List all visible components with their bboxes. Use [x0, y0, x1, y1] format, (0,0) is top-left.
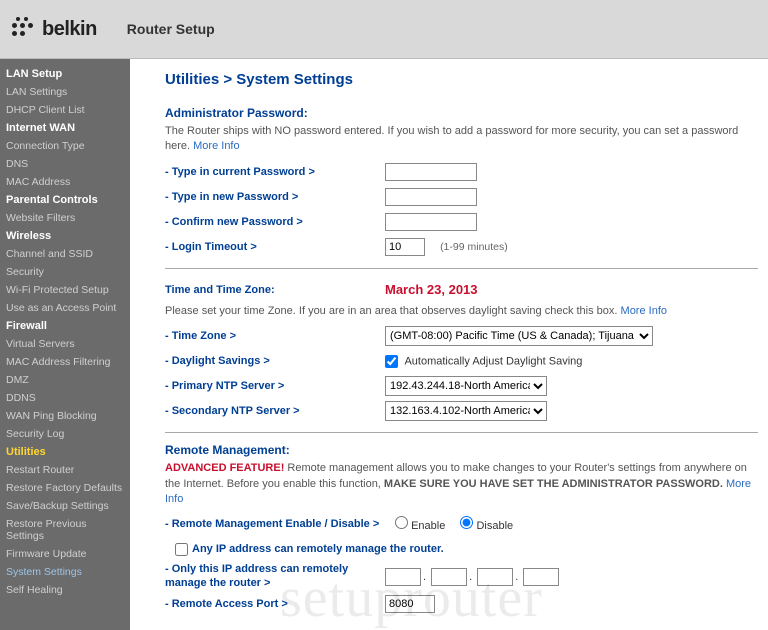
primary-ntp-label: - Primary NTP Server >	[165, 380, 385, 392]
sidebar-item-firmware-update[interactable]: Firmware Update	[0, 545, 130, 563]
daylight-savings-checkbox[interactable]	[385, 355, 398, 368]
any-ip-checkbox[interactable]	[175, 543, 188, 556]
sidebar-item-use-as-an-access-point[interactable]: Use as an Access Point	[0, 299, 130, 317]
current-password-label: - Type in current Password >	[165, 166, 385, 178]
time-zone-heading: Time and Time Zone:	[165, 284, 385, 296]
sidebar-item-restore-factory-defaults[interactable]: Restore Factory Defaults	[0, 479, 130, 497]
sidebar-heading-internet-wan: Internet WAN	[0, 119, 130, 137]
sidebar-item-restore-previous-settings[interactable]: Restore Previous Settings	[0, 515, 130, 545]
remote-disable-radio-label[interactable]: Disable	[460, 520, 513, 532]
sidebar-item-self-healing[interactable]: Self Healing	[0, 581, 130, 599]
sidebar-item-security-log[interactable]: Security Log	[0, 425, 130, 443]
sidebar-item-website-filters[interactable]: Website Filters	[0, 209, 130, 227]
sidebar-heading-parental-controls: Parental Controls	[0, 191, 130, 209]
login-timeout-input[interactable]	[385, 238, 425, 256]
ip-octet-4[interactable]	[523, 568, 559, 586]
sidebar-heading-firewall: Firewall	[0, 317, 130, 335]
remote-port-input[interactable]	[385, 595, 435, 613]
remote-enable-label: - Remote Management Enable / Disable >	[165, 518, 395, 530]
any-ip-label[interactable]: Any IP address can remotely manage the r…	[192, 543, 444, 555]
daylight-savings-cb-label[interactable]: Automatically Adjust Daylight Saving	[404, 355, 582, 367]
ip-octet-3[interactable]	[477, 568, 513, 586]
advanced-feature-label: ADVANCED FEATURE!	[165, 462, 284, 474]
only-ip-label: - Only this IP address can remotely mana…	[165, 563, 385, 589]
new-password-input[interactable]	[385, 188, 477, 206]
remote-disable-radio[interactable]	[460, 516, 473, 529]
sidebar-item-security[interactable]: Security	[0, 263, 130, 281]
remote-management-heading: Remote Management:	[165, 443, 758, 457]
breadcrumb: Utilities > System Settings	[165, 71, 758, 88]
sidebar-item-virtual-servers[interactable]: Virtual Servers	[0, 335, 130, 353]
sidebar-item-connection-type[interactable]: Connection Type	[0, 137, 130, 155]
time-zone-desc: Please set your time Zone. If you are in…	[165, 304, 758, 319]
time-more-info-link[interactable]: More Info	[621, 305, 667, 317]
confirm-password-label: - Confirm new Password >	[165, 216, 385, 228]
sidebar-nav: LAN SetupLAN SettingsDHCP Client ListInt…	[0, 59, 130, 630]
sidebar-item-wan-ping-blocking[interactable]: WAN Ping Blocking	[0, 407, 130, 425]
admin-password-heading: Administrator Password:	[165, 106, 758, 120]
admin-password-desc: The Router ships with NO password entere…	[165, 124, 758, 155]
remote-enable-radio-label[interactable]: Enable	[395, 520, 445, 532]
sidebar-item-system-settings[interactable]: System Settings	[0, 563, 130, 581]
ip-octet-1[interactable]	[385, 568, 421, 586]
new-password-label: - Type in new Password >	[165, 191, 385, 203]
daylight-savings-label: - Daylight Savings >	[165, 355, 385, 367]
timezone-label: - Time Zone >	[165, 330, 385, 342]
divider	[165, 432, 758, 433]
login-timeout-hint: (1-99 minutes)	[440, 241, 508, 253]
secondary-ntp-select[interactable]: 132.163.4.102-North America	[385, 401, 547, 421]
sidebar-item-ddns[interactable]: DDNS	[0, 389, 130, 407]
brand-logo: belkin	[10, 15, 97, 43]
sidebar-heading-lan-setup: LAN Setup	[0, 65, 130, 83]
primary-ntp-select[interactable]: 192.43.244.18-North America	[385, 376, 547, 396]
sidebar-item-save-backup-settings[interactable]: Save/Backup Settings	[0, 497, 130, 515]
header-title: Router Setup	[127, 21, 215, 37]
current-password-input[interactable]	[385, 163, 477, 181]
timezone-select[interactable]: (GMT-08:00) Pacific Time (US & Canada); …	[385, 326, 653, 346]
belkin-dots-icon	[10, 15, 38, 43]
remote-enable-radio[interactable]	[395, 516, 408, 529]
ip-octet-2[interactable]	[431, 568, 467, 586]
remote-management-desc: ADVANCED FEATURE! Remote management allo…	[165, 461, 758, 507]
sidebar-item-mac-address[interactable]: MAC Address	[0, 173, 130, 191]
admin-more-info-link[interactable]: More Info	[193, 140, 239, 152]
sidebar-heading-utilities[interactable]: Utilities	[0, 443, 130, 461]
current-date: March 23, 2013	[385, 282, 478, 297]
confirm-password-input[interactable]	[385, 213, 477, 231]
sidebar-item-channel-and-ssid[interactable]: Channel and SSID	[0, 245, 130, 263]
sidebar-item-dns[interactable]: DNS	[0, 155, 130, 173]
sidebar-item-dmz[interactable]: DMZ	[0, 371, 130, 389]
sidebar-heading-wireless: Wireless	[0, 227, 130, 245]
app-header: belkin Router Setup	[0, 0, 768, 59]
remote-port-label: - Remote Access Port >	[165, 598, 385, 610]
sidebar-item-restart-router[interactable]: Restart Router	[0, 461, 130, 479]
sidebar-item-mac-address-filtering[interactable]: MAC Address Filtering	[0, 353, 130, 371]
sidebar-item-dhcp-client-list[interactable]: DHCP Client List	[0, 101, 130, 119]
brand-name: belkin	[42, 18, 97, 41]
sidebar-item-lan-settings[interactable]: LAN Settings	[0, 83, 130, 101]
secondary-ntp-label: - Secondary NTP Server >	[165, 405, 385, 417]
main-content: Utilities > System Settings Administrato…	[130, 59, 768, 630]
sidebar-item-wi-fi-protected-setup[interactable]: Wi-Fi Protected Setup	[0, 281, 130, 299]
divider	[165, 268, 758, 269]
login-timeout-label: - Login Timeout >	[165, 241, 385, 253]
